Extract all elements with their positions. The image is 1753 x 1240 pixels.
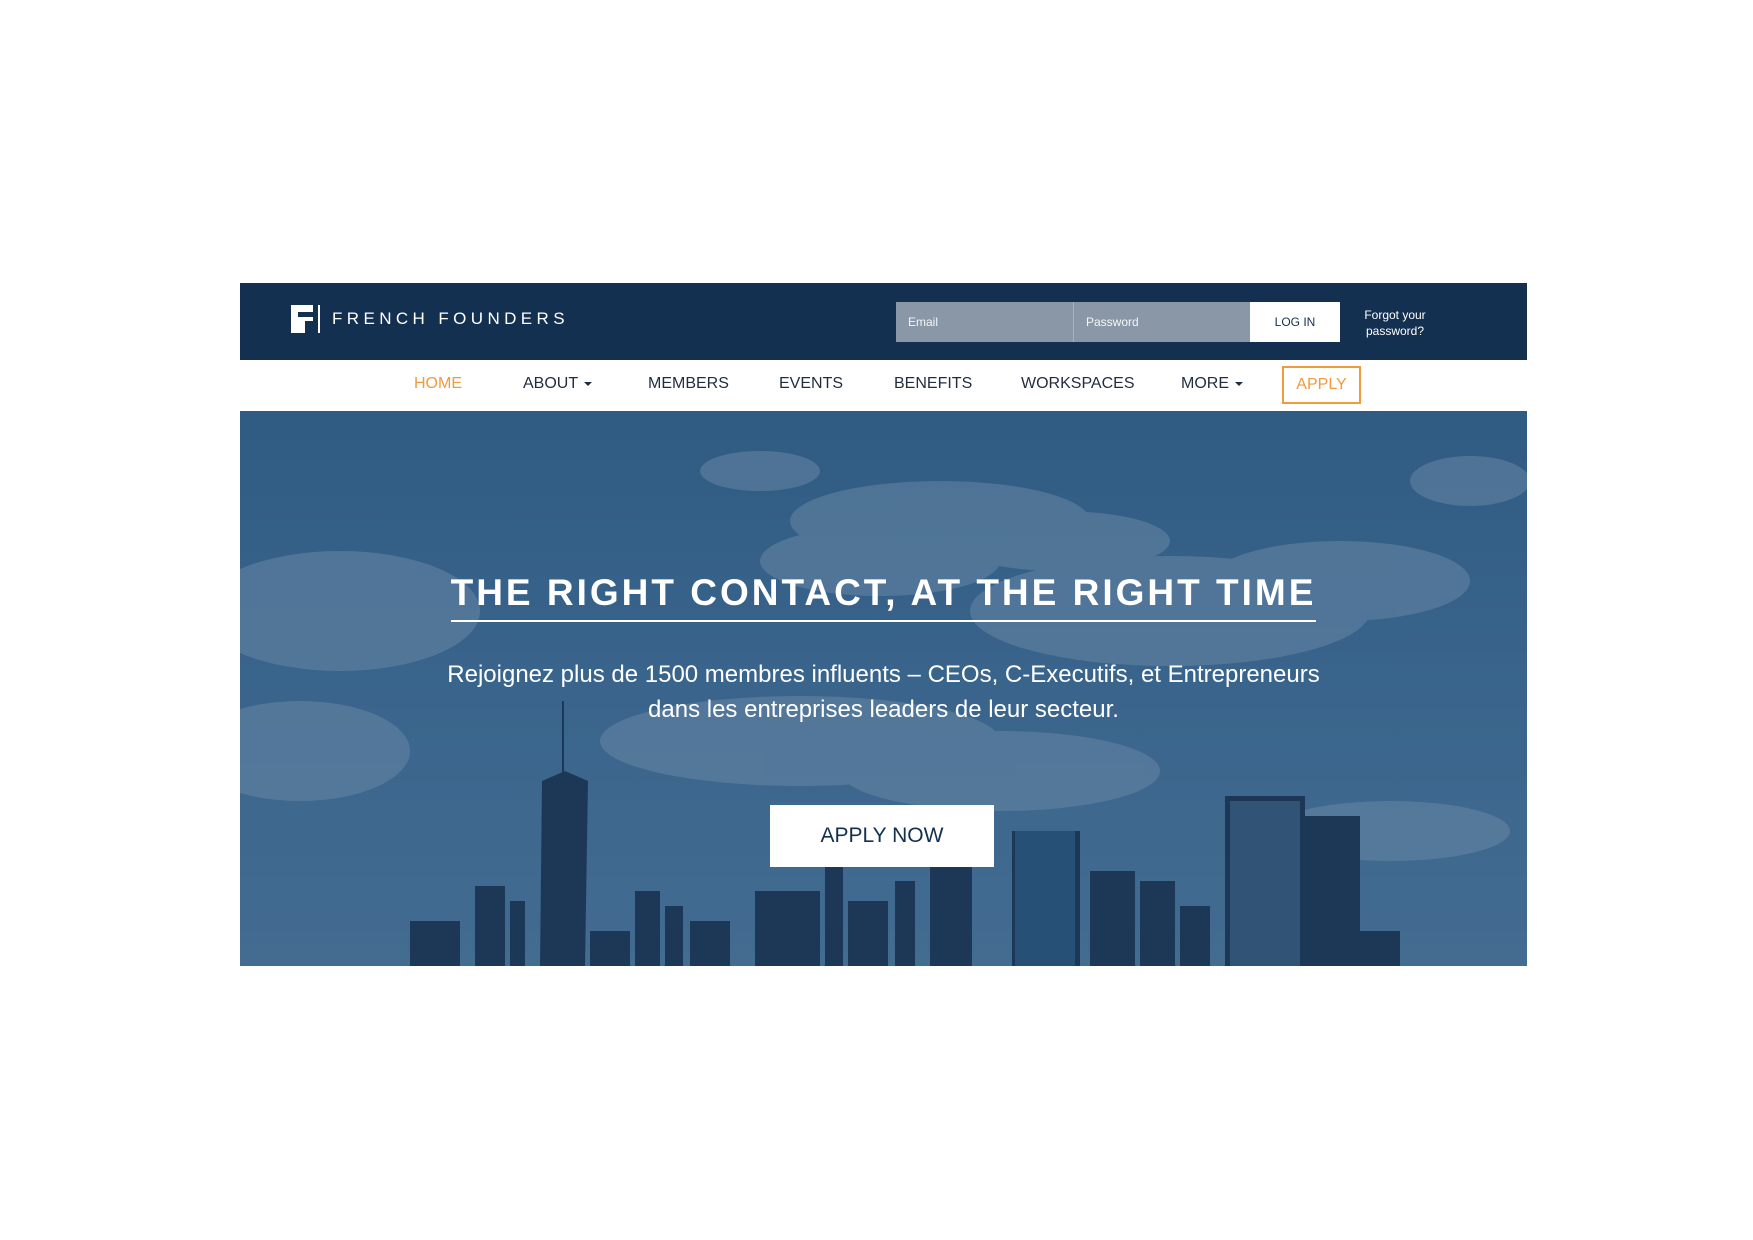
nav-item-label: ABOUT	[523, 375, 579, 392]
hero-subtitle-line: Rejoignez plus de 1500 membres influents…	[447, 661, 1320, 688]
nav-item-label: BENEFITS	[894, 375, 973, 392]
brand-name: FRENCH FOUNDERS	[332, 309, 569, 328]
forgot-password-link[interactable]: Forgot your password?	[1360, 307, 1430, 339]
caret-down-icon	[584, 382, 593, 386]
hero-banner: THE RIGHT CONTACT, AT THE RIGHT TIME Rej…	[240, 411, 1527, 966]
hero-title-wrap: THE RIGHT CONTACT, AT THE RIGHT TIME	[240, 572, 1527, 622]
login-form: LOG IN	[896, 302, 1340, 342]
caret-down-icon	[1235, 382, 1243, 386]
email-field[interactable]	[896, 302, 1073, 342]
hero-subtitle: Rejoignez plus de 1500 membres influents…	[240, 657, 1527, 727]
nav-item-about[interactable]: ABOUT	[523, 375, 593, 393]
password-field[interactable]	[1073, 302, 1250, 342]
website-frame: FRENCH FOUNDERS LOG IN Forgot your passw…	[240, 283, 1527, 966]
logo-f-icon	[291, 305, 313, 333]
nav-item-more[interactable]: MORE	[1181, 375, 1243, 393]
nav-item-label: MEMBERS	[648, 375, 729, 392]
nav-item-events[interactable]: EVENTS	[779, 375, 843, 393]
nav-item-home[interactable]: HOME	[414, 375, 462, 393]
logo-divider	[318, 305, 320, 333]
hero-subtitle-line: dans les entreprises leaders de leur sec…	[648, 696, 1119, 723]
nav-item-label: MORE	[1181, 375, 1229, 392]
nav-item-label: HOME	[414, 375, 462, 392]
top-header: FRENCH FOUNDERS LOG IN Forgot your passw…	[240, 283, 1527, 360]
logo[interactable]: FRENCH FOUNDERS	[291, 305, 569, 333]
nav-item-label: EVENTS	[779, 375, 844, 392]
apply-button[interactable]: APPLY	[1282, 366, 1361, 404]
hero-title: THE RIGHT CONTACT, AT THE RIGHT TIME	[450, 572, 1317, 622]
nav-item-members[interactable]: MEMBERS	[648, 375, 729, 393]
log-in-button[interactable]: LOG IN	[1250, 302, 1340, 342]
nav-item-benefits[interactable]: BENEFITS	[894, 375, 972, 393]
main-nav: HOME ABOUT MEMBERS EVENTS BENEFITS WORKS…	[240, 360, 1527, 411]
apply-now-button[interactable]: APPLY NOW	[770, 805, 994, 867]
nav-item-label: WORKSPACES	[1021, 375, 1135, 392]
nav-item-workspaces[interactable]: WORKSPACES	[1021, 375, 1135, 393]
